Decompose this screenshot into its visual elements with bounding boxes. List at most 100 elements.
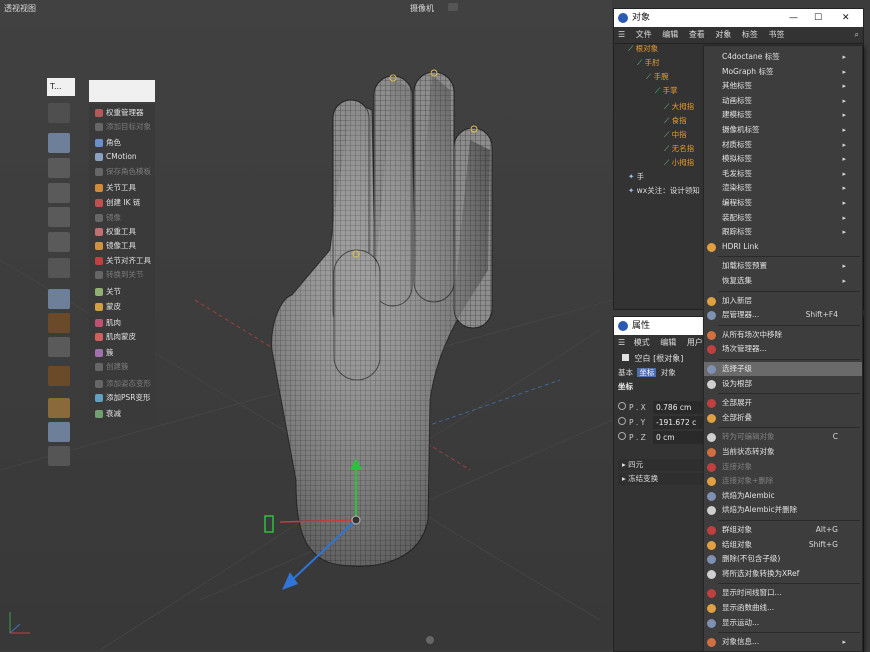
menu-file[interactable]: 文件: [636, 30, 652, 39]
rig-item[interactable]: 衰减: [92, 407, 154, 421]
close-button[interactable]: ✕: [842, 9, 850, 27]
grid-snap-icon[interactable]: [48, 446, 70, 466]
cube-icon-2[interactable]: [48, 207, 70, 227]
context-menu-item[interactable]: 将所选对象转换为XRef: [704, 567, 862, 581]
tree-item[interactable]: ✦ 手: [628, 171, 644, 182]
context-menu-item[interactable]: 毛发标签 ▸: [704, 167, 862, 181]
rig-item[interactable]: 关节: [92, 285, 154, 299]
magnet-icon[interactable]: [48, 366, 70, 386]
tree-item[interactable]: ⟋ 根对象: [628, 43, 658, 54]
menu-tags[interactable]: 标签: [742, 30, 758, 39]
tree-item[interactable]: ⟋ 手腕: [646, 71, 669, 82]
tree-item[interactable]: ⟋ 无名指: [664, 143, 694, 154]
context-menu-item[interactable]: 设为根部: [704, 377, 862, 391]
context-menu-item[interactable]: 动画标签 ▸: [704, 94, 862, 108]
context-menu-item[interactable]: 删除(不包含子级): [704, 552, 862, 566]
attr-group[interactable]: ▸ 冻结变换: [618, 473, 710, 485]
menu-edit[interactable]: 编辑: [662, 30, 678, 39]
rig-item[interactable]: 关节对齐工具: [92, 254, 154, 268]
context-menu-item[interactable]: 加载标签预置 ▸: [704, 259, 862, 273]
context-menu-item[interactable]: 建模标签 ▸: [704, 108, 862, 122]
cube-icon[interactable]: [48, 133, 70, 153]
workplane-icon[interactable]: [48, 398, 70, 418]
context-menu-item[interactable]: 结组对象 Shift+G: [704, 538, 862, 552]
context-menu-item[interactable]: 选择子级: [704, 362, 862, 376]
context-menu-item[interactable]: 材质标签 ▸: [704, 138, 862, 152]
keyframe-dot-icon[interactable]: [618, 417, 626, 425]
context-menu-item[interactable]: 烘焙为Alembic并删除: [704, 503, 862, 517]
context-menu-item[interactable]: 恢复选集 ▸: [704, 274, 862, 288]
coord-field-input[interactable]: 0 cm: [653, 431, 710, 444]
context-menu-item[interactable]: 显示函数曲线...: [704, 601, 862, 615]
context-menu-item[interactable]: C4doctane 标签 ▸: [704, 50, 862, 64]
attr-hamburger-icon[interactable]: ☰: [618, 338, 625, 347]
checker-cube-icon[interactable]: [48, 158, 70, 178]
tree-item[interactable]: ⟋ 中指: [664, 129, 687, 140]
lock-tool-icon[interactable]: [48, 103, 70, 123]
cube-icon-3[interactable]: [48, 232, 70, 252]
coord-field-input[interactable]: -191.672 c: [653, 416, 710, 429]
hamburger-icon[interactable]: ☰: [618, 30, 625, 39]
rig-item[interactable]: 关节工具: [92, 181, 154, 195]
context-menu-item[interactable]: 编程标签 ▸: [704, 196, 862, 210]
context-menu-item[interactable]: 加入新层: [704, 294, 862, 308]
keyframe-dot-icon[interactable]: [618, 402, 626, 410]
context-menu-item[interactable]: HDRI Link: [704, 240, 862, 254]
context-menu-item[interactable]: 模拟标签 ▸: [704, 152, 862, 166]
tree-item[interactable]: ⟋ 大拇指: [664, 101, 694, 112]
context-menu-item[interactable]: 其他标签 ▸: [704, 79, 862, 93]
attr-menu-edit[interactable]: 编辑: [660, 338, 676, 347]
menu-bookmarks[interactable]: 书签: [768, 30, 784, 39]
tab-basic[interactable]: 基本: [616, 368, 635, 377]
rig-item[interactable]: 创建 IK 链: [92, 196, 154, 210]
rig-item[interactable]: 权重工具: [92, 225, 154, 239]
workplane-lock-icon[interactable]: [48, 422, 70, 442]
rig-item[interactable]: 添加PSR变形: [92, 391, 154, 405]
context-menu-item[interactable]: 显示运动...: [704, 616, 862, 630]
tree-item[interactable]: ⟋ 食指: [664, 115, 687, 126]
context-menu-item[interactable]: 跟踪标签 ▸: [704, 225, 862, 239]
minimize-button[interactable]: —: [789, 9, 798, 27]
context-menu-item[interactable]: 从所有场次中移除: [704, 328, 862, 342]
object-manager-titlebar[interactable]: 对象 — ☐ ✕: [614, 9, 863, 27]
attr-menu-mode[interactable]: 模式: [634, 338, 650, 347]
menu-view[interactable]: 查看: [689, 30, 705, 39]
rig-item[interactable]: 角色: [92, 136, 154, 150]
tree-item[interactable]: ✦ wx关注：设计领知: [628, 185, 700, 196]
rig-item[interactable]: 肌肉: [92, 316, 154, 330]
corner-axis-icon[interactable]: [48, 258, 70, 278]
coord-field-input[interactable]: 0.786 cm: [653, 401, 710, 414]
snap-s-white-icon[interactable]: [48, 337, 70, 357]
context-menu-item[interactable]: 当前状态转对象: [704, 445, 862, 459]
context-menu-item[interactable]: 烘焙为Alembic: [704, 489, 862, 503]
rig-item[interactable]: 肌肉蒙皮: [92, 330, 154, 344]
rig-item[interactable]: 镜像工具: [92, 239, 154, 253]
context-menu-item[interactable]: 层管理器... Shift+F4: [704, 308, 862, 322]
context-menu-item[interactable]: MoGraph 标签 ▸: [704, 65, 862, 79]
menu-object[interactable]: 对象: [715, 30, 731, 39]
maximize-button[interactable]: ☐: [814, 9, 822, 27]
cube-outline-icon[interactable]: [48, 183, 70, 203]
context-menu-item[interactable]: 场次管理器...: [704, 342, 862, 356]
context-menu-item[interactable]: 群组对象 Alt+G: [704, 523, 862, 537]
attr-group[interactable]: ▸ 四元: [618, 459, 710, 471]
keyframe-dot-icon[interactable]: [618, 432, 626, 440]
context-menu-item[interactable]: 渲染标签 ▸: [704, 181, 862, 195]
rig-item[interactable]: 蒙皮: [92, 300, 154, 314]
tab-coord[interactable]: 坐标: [637, 368, 657, 377]
tree-item[interactable]: ⟋ 手掌: [655, 85, 678, 96]
context-menu-item[interactable]: 对象信息... ▸: [704, 635, 862, 649]
context-menu-item[interactable]: 全部展开: [704, 396, 862, 410]
tree-item[interactable]: ⟋ 小拇指: [664, 157, 694, 168]
context-menu-item[interactable]: 摄像机标签 ▸: [704, 123, 862, 137]
tree-item[interactable]: ⟋ 手肘: [637, 57, 660, 68]
rig-item[interactable]: CMotion: [92, 150, 154, 164]
context-menu-item[interactable]: 装配标签 ▸: [704, 211, 862, 225]
toolbar-top-field[interactable]: T...: [47, 78, 75, 96]
context-menu-item[interactable]: 全部折叠: [704, 411, 862, 425]
tab-object[interactable]: 对象: [659, 368, 678, 377]
snap-s-icon[interactable]: [48, 289, 70, 309]
snap-s-orange-icon[interactable]: [48, 313, 70, 333]
search-icon[interactable]: ⌕: [855, 27, 859, 43]
rig-item[interactable]: 簇: [92, 346, 154, 360]
